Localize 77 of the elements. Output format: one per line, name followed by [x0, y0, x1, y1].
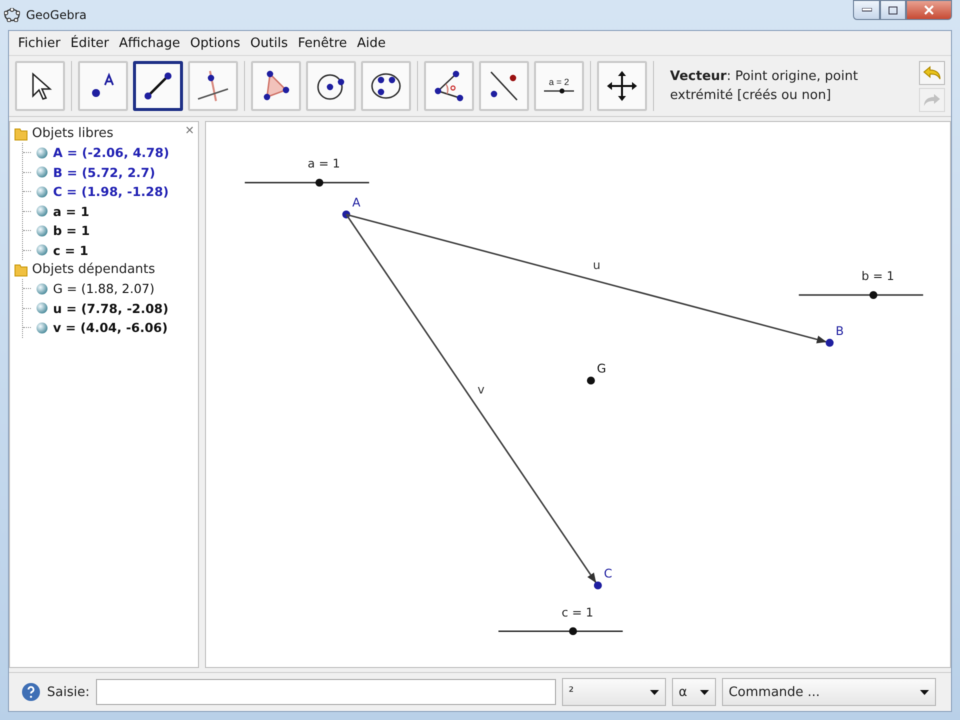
minimize-icon — [862, 8, 872, 12]
visibility-ball-icon[interactable] — [36, 166, 48, 178]
menu-item[interactable]: Options — [185, 36, 246, 50]
slider-thumb[interactable] — [869, 291, 878, 300]
point-label: C — [604, 566, 612, 580]
algebra-item[interactable]: b = 1 — [53, 223, 90, 238]
slider-track[interactable] — [798, 291, 924, 300]
visibility-ball-icon[interactable] — [36, 302, 48, 314]
slider-track[interactable] — [498, 627, 623, 636]
maximize-button[interactable] — [880, 0, 906, 20]
visibility-ball-icon[interactable] — [36, 205, 48, 218]
visibility-ball-icon[interactable] — [36, 282, 48, 295]
slider-thumb[interactable] — [569, 627, 577, 636]
help-icon[interactable] — [21, 682, 41, 702]
menu-item[interactable]: Affichage — [114, 36, 186, 50]
point-label: B — [836, 324, 844, 338]
window-title: GeoGebra — [26, 8, 87, 22]
command-dropdown[interactable]: Commande ... — [722, 678, 936, 706]
close-button[interactable] — [906, 0, 952, 20]
close-panel-button[interactable]: × — [183, 122, 196, 139]
algebra-item[interactable]: c = 1 — [53, 242, 88, 258]
algebra-item[interactable]: B = (5.72, 2.7) — [53, 164, 156, 180]
folder-label[interactable]: Objets dépendants — [32, 262, 156, 277]
move-icon — [605, 69, 639, 103]
tool-button[interactable] — [133, 61, 183, 111]
tool-button[interactable]: a = 2 — [534, 61, 584, 111]
point-label: A — [352, 196, 360, 210]
folder-label[interactable]: Objets libres — [32, 126, 114, 141]
graphics-view[interactable]: a = 1 A u v b = 1 B G C c = 1 — [205, 121, 951, 668]
point-label: G — [596, 362, 606, 376]
menu-item[interactable]: Éditer — [66, 36, 114, 50]
undo-button[interactable] — [919, 60, 945, 84]
algebra-item[interactable]: u = (7.78, -2.08) — [53, 300, 168, 316]
angle-icon — [432, 69, 466, 103]
caret-icon — [700, 690, 709, 694]
menu-item[interactable]: Outils — [245, 36, 293, 50]
app-logo-icon — [4, 8, 20, 22]
point[interactable] — [586, 376, 595, 385]
caret-icon — [920, 690, 929, 694]
slider-label: c = 1 — [562, 605, 594, 620]
folder-icon — [14, 262, 28, 276]
symbols-dropdown[interactable]: ² — [562, 678, 666, 706]
point[interactable] — [826, 338, 834, 347]
slider-label: b = 1 — [862, 269, 894, 284]
vector-label: v — [478, 382, 485, 396]
tool-help-text: Vecteur: Point origine, point extrémité [créés ou non] — [670, 68, 859, 105]
menu-item[interactable]: Fichier — [13, 36, 66, 50]
caret-icon — [650, 690, 659, 694]
algebra-item[interactable]: A = (-2.06, 4.78) — [53, 145, 170, 160]
slider-label: a = 1 — [308, 156, 340, 171]
point[interactable] — [342, 210, 350, 218]
visibility-ball-icon[interactable] — [36, 146, 48, 159]
visibility-ball-icon[interactable] — [36, 224, 48, 237]
perpendicular-lines-icon — [196, 69, 230, 103]
input-field[interactable] — [96, 679, 556, 705]
slider-icon — [542, 87, 576, 95]
close-icon — [924, 5, 934, 15]
menu-item[interactable]: Fenêtre — [292, 36, 352, 50]
slider-track[interactable] — [244, 178, 370, 187]
folder-icon — [14, 126, 28, 140]
redo-icon — [923, 92, 941, 106]
algebra-item[interactable]: v = (4.04, -6.06) — [53, 320, 168, 336]
input-label: Saisie: — [47, 684, 90, 700]
vector-label: u — [592, 258, 600, 272]
undo-icon — [923, 66, 941, 80]
restore-icon — [888, 6, 898, 14]
algebra-item[interactable]: C = (1.98, -1.28) — [53, 184, 169, 200]
greek-dropdown[interactable]: α — [672, 678, 716, 706]
point[interactable] — [594, 581, 602, 590]
slider-thumb[interactable] — [315, 178, 324, 187]
menu-item[interactable]: Aide — [352, 36, 391, 50]
visibility-ball-icon[interactable] — [36, 322, 48, 334]
visibility-ball-icon[interactable] — [36, 186, 48, 198]
minimize-button[interactable] — [853, 0, 880, 20]
algebra-item[interactable]: a = 1 — [53, 204, 90, 219]
visibility-ball-icon[interactable] — [36, 244, 48, 256]
algebra-item[interactable]: G = (1.88, 2.07) — [53, 281, 154, 296]
